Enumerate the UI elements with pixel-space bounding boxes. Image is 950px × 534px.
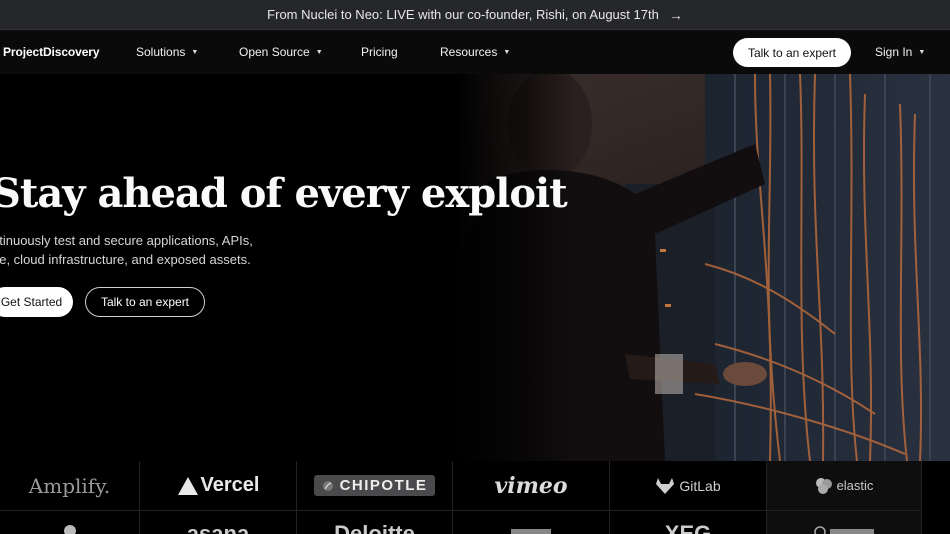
logo-icon xyxy=(814,526,874,534)
logo-gitlab: GitLab xyxy=(610,461,767,511)
talk-to-expert-button[interactable]: Talk to an expert xyxy=(733,38,851,67)
hero-section: Stay ahead of every exploit ntinuously t… xyxy=(0,74,950,461)
customer-logos: Amplify. Vercel CHIPOTLE vimeo GitLab el… xyxy=(0,461,950,534)
logo-partial-3 xyxy=(767,511,922,534)
sign-in-label: Sign In xyxy=(875,45,913,59)
get-started-button[interactable]: Get Started xyxy=(0,287,73,317)
logo-text: Amplify. xyxy=(28,473,111,498)
logo-text: GitLab xyxy=(679,477,721,494)
nav-item-pricing[interactable]: Pricing xyxy=(361,45,398,59)
nav-label: Open Source xyxy=(239,45,310,59)
logo-amplify: Amplify. xyxy=(0,461,140,511)
logo-asana: asana xyxy=(140,511,297,534)
triangle-icon xyxy=(177,476,198,495)
chipotle-icon xyxy=(322,480,333,491)
hero-headline: Stay ahead of every exploit xyxy=(0,170,568,217)
nav-label: Resources xyxy=(440,45,498,59)
logo-text: vimeo xyxy=(494,472,568,499)
talk-to-expert-button[interactable]: Talk to an expert xyxy=(85,287,205,317)
logo-deloitte: Deloitte xyxy=(297,511,453,534)
gear-icon xyxy=(63,525,76,534)
logo-text: CHIPOTLE xyxy=(339,477,428,494)
hero-subline-2: de, cloud infrastructure, and exposed as… xyxy=(0,252,251,267)
nav-item-solutions[interactable]: Solutions ▼ xyxy=(136,45,198,59)
logo-text: elastic xyxy=(836,478,874,493)
announcement-bar[interactable]: From Nuclei to Neo: LIVE with our co-fou… xyxy=(0,0,950,30)
sign-in-menu[interactable]: Sign In ▼ xyxy=(875,45,925,59)
gitlab-fox-icon xyxy=(656,477,675,494)
hero-subline-1: ntinuously test and secure applications,… xyxy=(0,233,253,248)
nav-label: Pricing xyxy=(361,45,398,59)
logo-icon xyxy=(511,529,551,534)
arrow-right-icon[interactable]: → xyxy=(669,7,683,23)
logo-text: Vercel xyxy=(200,474,260,496)
caret-down-icon: ▼ xyxy=(191,48,199,56)
logo-elastic: elastic xyxy=(767,461,922,511)
logo-chipotle: CHIPOTLE xyxy=(297,461,453,511)
logo-text: Deloitte xyxy=(334,521,415,534)
logo-vercel: Vercel xyxy=(140,461,297,511)
caret-down-icon: ▼ xyxy=(503,48,511,56)
logo-text: XEG xyxy=(664,521,712,534)
caret-down-icon: ▼ xyxy=(918,48,926,56)
elastic-icon xyxy=(815,477,832,494)
caret-down-icon: ▼ xyxy=(315,48,323,56)
nav-label: Solutions xyxy=(136,45,186,59)
nav-item-resources[interactable]: Resources ▼ xyxy=(440,45,510,59)
announcement-text[interactable]: From Nuclei to Neo: LIVE with our co-fou… xyxy=(267,7,659,22)
logo-vimeo: vimeo xyxy=(453,461,610,511)
top-nav: ProjectDiscovery Solutions ▼ Open Source… xyxy=(0,30,950,74)
nav-item-open-source[interactable]: Open Source ▼ xyxy=(239,45,323,59)
logo[interactable]: ProjectDiscovery xyxy=(3,45,100,59)
logo-xeg: XEG xyxy=(610,511,767,534)
photo-gradient-overlay xyxy=(455,74,575,461)
logo-partial-1 xyxy=(0,511,140,534)
logo-text: asana xyxy=(186,521,250,534)
logo-partial-2 xyxy=(453,511,610,534)
